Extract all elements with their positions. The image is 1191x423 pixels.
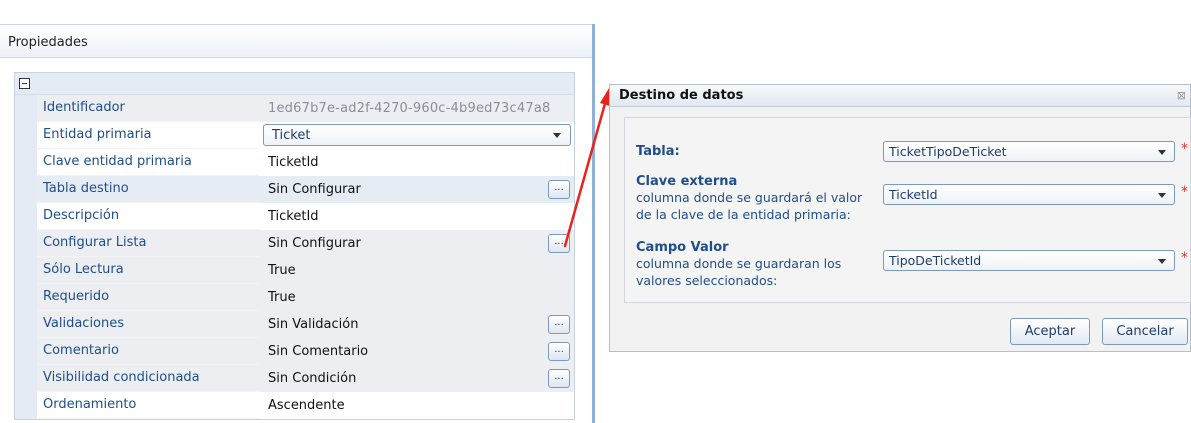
field-campo-valor: Campo Valor columna donde se guardaran l… <box>636 240 1191 289</box>
dialog-title: Destino de datos <box>619 88 744 103</box>
chevron-down-icon <box>1158 150 1166 155</box>
required-marker: * <box>1181 141 1188 157</box>
chevron-down-icon <box>1158 193 1166 198</box>
dialog-title-bar: Destino de datos ⊠ <box>610 85 1190 107</box>
accept-button[interactable]: Aceptar <box>1010 318 1090 345</box>
campo-valor-select[interactable]: TipoDeTicketId <box>883 250 1175 271</box>
select-value: TicketTipoDeTicket <box>889 144 1007 159</box>
field-tabla: Tabla: TicketTipoDeTicket * <box>636 140 1191 162</box>
chevron-down-icon <box>1158 259 1166 264</box>
field-help-text: columna donde se guardará el valor de la… <box>636 190 863 222</box>
destino-de-datos-dialog: Destino de datos ⊠ Tabla: TicketTipoDeTi… <box>609 84 1191 352</box>
tabla-select[interactable]: TicketTipoDeTicket <box>883 141 1175 162</box>
select-value: TipoDeTicketId <box>889 253 982 268</box>
required-marker: * <box>1181 184 1188 200</box>
field-clave-externa: Clave externa columna donde se guardará … <box>636 174 1191 223</box>
field-help-text: columna donde se guardaran los valores s… <box>636 256 842 288</box>
required-marker: * <box>1181 250 1188 266</box>
close-icon[interactable]: ⊠ <box>1177 89 1186 102</box>
clave-externa-select[interactable]: TicketId <box>883 184 1175 205</box>
select-value: TicketId <box>889 187 938 202</box>
dialog-fields-box: Tabla: TicketTipoDeTicket * Clave extern… <box>624 117 1191 303</box>
cancel-button[interactable]: Cancelar <box>1102 318 1188 345</box>
